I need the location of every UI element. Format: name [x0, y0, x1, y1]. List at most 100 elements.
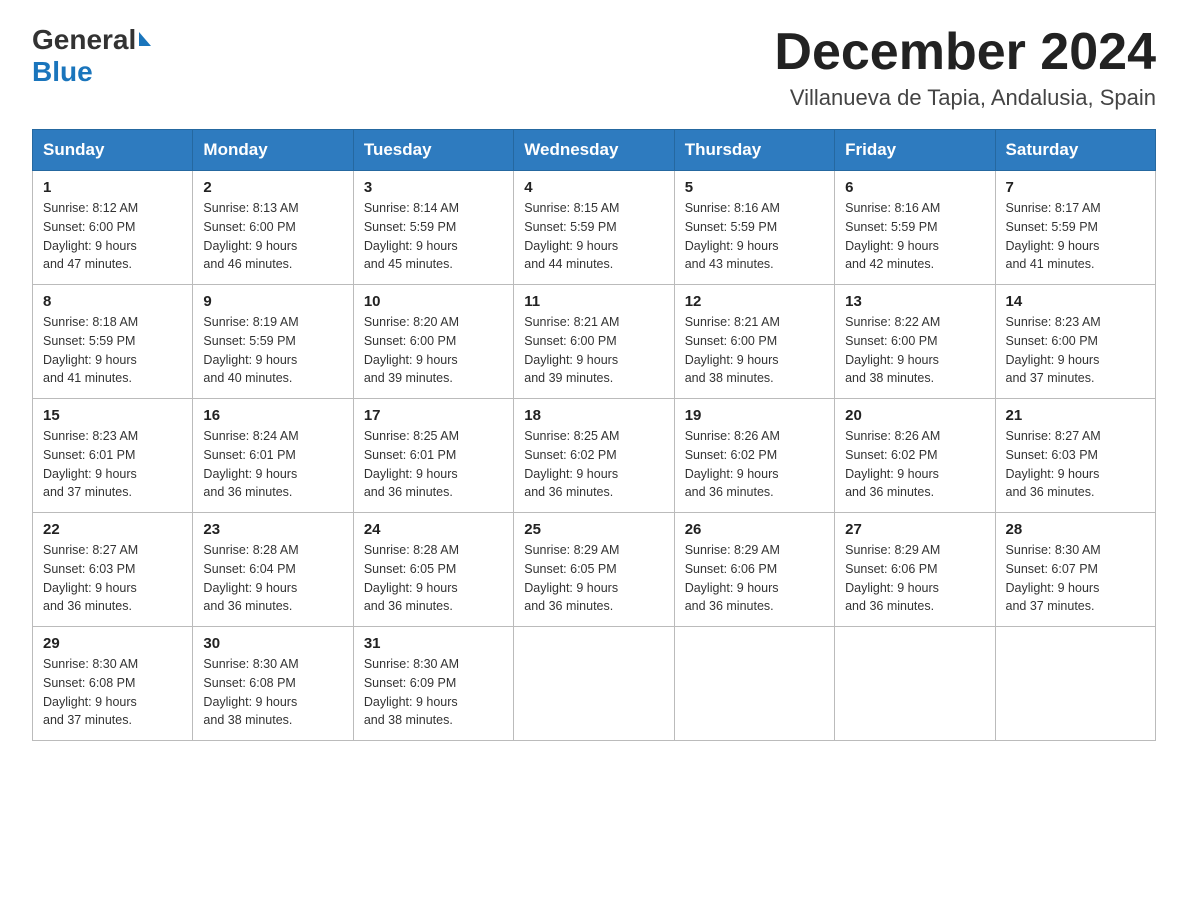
day-info: Sunrise: 8:15 AMSunset: 5:59 PMDaylight:…	[524, 199, 663, 274]
day-info: Sunrise: 8:19 AMSunset: 5:59 PMDaylight:…	[203, 313, 342, 388]
day-number: 5	[685, 179, 824, 196]
column-header-wednesday: Wednesday	[514, 130, 674, 171]
calendar-cell: 3 Sunrise: 8:14 AMSunset: 5:59 PMDaylight…	[353, 171, 513, 285]
day-number: 22	[43, 521, 182, 538]
day-info: Sunrise: 8:23 AMSunset: 6:00 PMDaylight:…	[1006, 313, 1145, 388]
day-number: 23	[203, 521, 342, 538]
calendar-cell: 18 Sunrise: 8:25 AMSunset: 6:02 PMDayligh…	[514, 399, 674, 513]
logo-blue-text: Blue	[32, 56, 93, 87]
day-number: 21	[1006, 407, 1145, 424]
day-number: 28	[1006, 521, 1145, 538]
month-title: December 2024	[774, 24, 1156, 81]
day-number: 14	[1006, 293, 1145, 310]
day-info: Sunrise: 8:26 AMSunset: 6:02 PMDaylight:…	[685, 427, 824, 502]
day-info: Sunrise: 8:29 AMSunset: 6:06 PMDaylight:…	[685, 541, 824, 616]
calendar-cell: 7Sunrise: 8:17 AMSunset: 5:59 PMDaylight…	[995, 171, 1155, 285]
day-info: Sunrise: 8:30 AMSunset: 6:08 PMDaylight:…	[203, 655, 342, 730]
calendar-cell: 12 Sunrise: 8:21 AMSunset: 6:00 PMDayligh…	[674, 285, 834, 399]
calendar-cell: 30 Sunrise: 8:30 AMSunset: 6:08 PMDayligh…	[193, 627, 353, 741]
day-number: 12	[685, 293, 824, 310]
calendar-cell: 8Sunrise: 8:18 AMSunset: 5:59 PMDaylight…	[33, 285, 193, 399]
calendar-cell: 27Sunrise: 8:29 AMSunset: 6:06 PMDayligh…	[835, 513, 995, 627]
day-number: 16	[203, 407, 342, 424]
location-title: Villanueva de Tapia, Andalusia, Spain	[774, 85, 1156, 111]
day-number: 19	[685, 407, 824, 424]
calendar-cell: 2 Sunrise: 8:13 AMSunset: 6:00 PMDaylight…	[193, 171, 353, 285]
day-info: Sunrise: 8:12 AMSunset: 6:00 PMDaylight:…	[43, 199, 182, 274]
calendar-cell: 9 Sunrise: 8:19 AMSunset: 5:59 PMDaylight…	[193, 285, 353, 399]
calendar-cell: 17 Sunrise: 8:25 AMSunset: 6:01 PMDayligh…	[353, 399, 513, 513]
week-row-1: 1 Sunrise: 8:12 AMSunset: 6:00 PMDaylight…	[33, 171, 1156, 285]
day-info: Sunrise: 8:27 AMSunset: 6:03 PMDaylight:…	[43, 541, 182, 616]
day-number: 9	[203, 293, 342, 310]
day-number: 8	[43, 293, 182, 310]
day-number: 25	[524, 521, 663, 538]
calendar-cell: 25 Sunrise: 8:29 AMSunset: 6:05 PMDayligh…	[514, 513, 674, 627]
day-info: Sunrise: 8:16 AMSunset: 5:59 PMDaylight:…	[845, 199, 984, 274]
calendar-cell: 11 Sunrise: 8:21 AMSunset: 6:00 PMDayligh…	[514, 285, 674, 399]
day-number: 13	[845, 293, 984, 310]
day-info: Sunrise: 8:29 AMSunset: 6:06 PMDaylight:…	[845, 541, 984, 616]
logo: General Blue	[32, 24, 151, 88]
day-info: Sunrise: 8:23 AMSunset: 6:01 PMDaylight:…	[43, 427, 182, 502]
calendar-cell: 24Sunrise: 8:28 AMSunset: 6:05 PMDayligh…	[353, 513, 513, 627]
week-row-3: 15 Sunrise: 8:23 AMSunset: 6:01 PMDayligh…	[33, 399, 1156, 513]
day-info: Sunrise: 8:20 AMSunset: 6:00 PMDaylight:…	[364, 313, 503, 388]
title-block: December 2024 Villanueva de Tapia, Andal…	[774, 24, 1156, 111]
week-row-5: 29Sunrise: 8:30 AMSunset: 6:08 PMDayligh…	[33, 627, 1156, 741]
calendar-cell	[835, 627, 995, 741]
calendar-cell: 22 Sunrise: 8:27 AMSunset: 6:03 PMDayligh…	[33, 513, 193, 627]
calendar-cell: 28Sunrise: 8:30 AMSunset: 6:07 PMDayligh…	[995, 513, 1155, 627]
day-info: Sunrise: 8:21 AMSunset: 6:00 PMDaylight:…	[685, 313, 824, 388]
calendar-cell: 13 Sunrise: 8:22 AMSunset: 6:00 PMDayligh…	[835, 285, 995, 399]
day-info: Sunrise: 8:24 AMSunset: 6:01 PMDaylight:…	[203, 427, 342, 502]
day-info: Sunrise: 8:17 AMSunset: 5:59 PMDaylight:…	[1006, 199, 1145, 274]
day-number: 3	[364, 179, 503, 196]
calendar-cell: 20Sunrise: 8:26 AMSunset: 6:02 PMDayligh…	[835, 399, 995, 513]
logo-general-text: General	[32, 24, 136, 56]
week-row-4: 22 Sunrise: 8:27 AMSunset: 6:03 PMDayligh…	[33, 513, 1156, 627]
day-number: 15	[43, 407, 182, 424]
calendar-cell: 19 Sunrise: 8:26 AMSunset: 6:02 PMDayligh…	[674, 399, 834, 513]
day-number: 1	[43, 179, 182, 196]
calendar-cell	[514, 627, 674, 741]
day-info: Sunrise: 8:22 AMSunset: 6:00 PMDaylight:…	[845, 313, 984, 388]
day-info: Sunrise: 8:29 AMSunset: 6:05 PMDaylight:…	[524, 541, 663, 616]
day-info: Sunrise: 8:14 AMSunset: 5:59 PMDaylight:…	[364, 199, 503, 274]
day-info: Sunrise: 8:30 AMSunset: 6:08 PMDaylight:…	[43, 655, 182, 730]
day-info: Sunrise: 8:30 AMSunset: 6:09 PMDaylight:…	[364, 655, 503, 730]
logo-arrow-icon	[139, 32, 151, 46]
calendar-cell: 6Sunrise: 8:16 AMSunset: 5:59 PMDaylight…	[835, 171, 995, 285]
column-header-friday: Friday	[835, 130, 995, 171]
calendar-cell	[995, 627, 1155, 741]
calendar-cell: 21Sunrise: 8:27 AMSunset: 6:03 PMDayligh…	[995, 399, 1155, 513]
day-info: Sunrise: 8:25 AMSunset: 6:01 PMDaylight:…	[364, 427, 503, 502]
week-row-2: 8Sunrise: 8:18 AMSunset: 5:59 PMDaylight…	[33, 285, 1156, 399]
day-number: 30	[203, 635, 342, 652]
calendar-cell: 29Sunrise: 8:30 AMSunset: 6:08 PMDayligh…	[33, 627, 193, 741]
column-header-saturday: Saturday	[995, 130, 1155, 171]
day-info: Sunrise: 8:16 AMSunset: 5:59 PMDaylight:…	[685, 199, 824, 274]
calendar-cell: 26 Sunrise: 8:29 AMSunset: 6:06 PMDayligh…	[674, 513, 834, 627]
day-number: 18	[524, 407, 663, 424]
day-info: Sunrise: 8:28 AMSunset: 6:05 PMDaylight:…	[364, 541, 503, 616]
day-number: 20	[845, 407, 984, 424]
calendar-cell: 1 Sunrise: 8:12 AMSunset: 6:00 PMDaylight…	[33, 171, 193, 285]
calendar-cell: 23Sunrise: 8:28 AMSunset: 6:04 PMDayligh…	[193, 513, 353, 627]
day-info: Sunrise: 8:13 AMSunset: 6:00 PMDaylight:…	[203, 199, 342, 274]
day-number: 26	[685, 521, 824, 538]
day-info: Sunrise: 8:21 AMSunset: 6:00 PMDaylight:…	[524, 313, 663, 388]
calendar-cell	[674, 627, 834, 741]
day-number: 2	[203, 179, 342, 196]
calendar-cell: 4Sunrise: 8:15 AMSunset: 5:59 PMDaylight…	[514, 171, 674, 285]
calendar-cell: 14 Sunrise: 8:23 AMSunset: 6:00 PMDayligh…	[995, 285, 1155, 399]
calendar-cell: 16 Sunrise: 8:24 AMSunset: 6:01 PMDayligh…	[193, 399, 353, 513]
column-header-sunday: Sunday	[33, 130, 193, 171]
day-number: 11	[524, 293, 663, 310]
day-info: Sunrise: 8:25 AMSunset: 6:02 PMDaylight:…	[524, 427, 663, 502]
column-header-thursday: Thursday	[674, 130, 834, 171]
day-number: 31	[364, 635, 503, 652]
calendar-cell: 15 Sunrise: 8:23 AMSunset: 6:01 PMDayligh…	[33, 399, 193, 513]
day-number: 17	[364, 407, 503, 424]
page-header: General Blue December 2024 Villanueva de…	[32, 24, 1156, 111]
